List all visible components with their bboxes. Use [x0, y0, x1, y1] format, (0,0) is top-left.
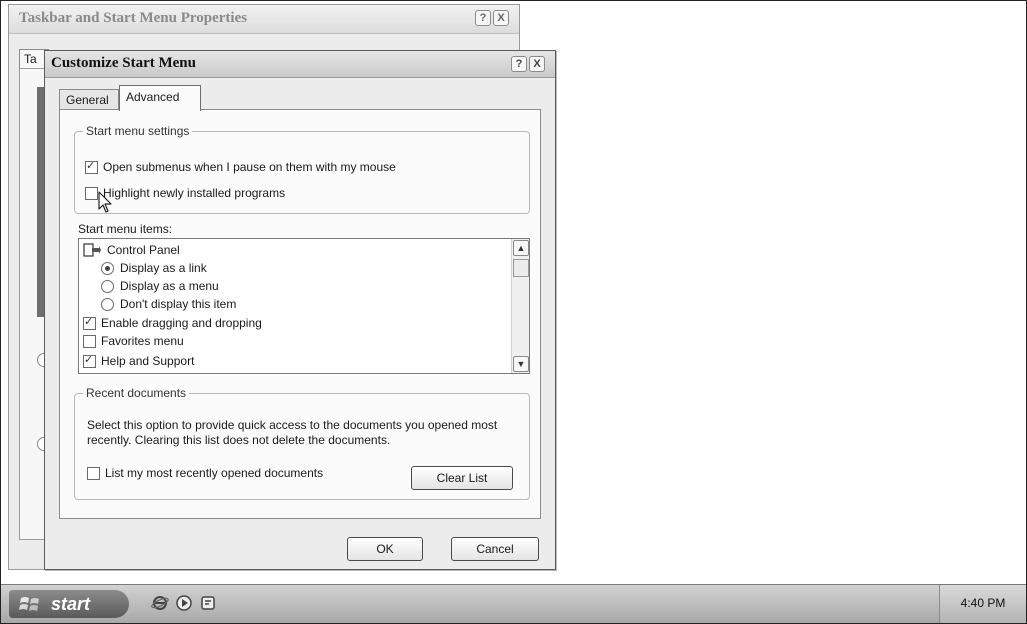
notification-area: 4:40 PM	[939, 585, 1026, 623]
help-icon[interactable]: ?	[475, 10, 491, 26]
display-as-link-label: Display as a link	[120, 261, 207, 275]
highlight-new-programs-option[interactable]: Highlight newly installed programs	[85, 186, 285, 200]
start-button[interactable]: start	[9, 590, 129, 618]
recent-documents-description: Select this option to provide quick acce…	[87, 418, 498, 447]
help-icon[interactable]: ?	[511, 56, 527, 72]
list-recent-documents-option[interactable]: List my most recently opened documents	[87, 466, 323, 480]
tab-advanced[interactable]: Advanced	[119, 85, 201, 111]
dont-display-radio[interactable]	[101, 297, 114, 311]
recent-documents-legend: Recent documents	[86, 386, 187, 400]
display-as-link-radio[interactable]	[101, 261, 114, 275]
customize-start-menu-dialog: Customize Start Menu ? X General Advance…	[44, 50, 556, 570]
clear-list-button[interactable]: Clear List	[411, 466, 513, 490]
list-recent-documents-checkbox[interactable]	[87, 466, 100, 480]
favorites-menu-checkbox[interactable]	[83, 334, 96, 348]
highlight-new-programs-label: Highlight newly installed programs	[103, 186, 286, 200]
close-icon[interactable]: X	[529, 56, 545, 72]
open-submenus-checkbox[interactable]	[85, 159, 98, 174]
items-scrollbar[interactable]: ▲ ▼	[511, 239, 529, 373]
display-as-menu-label: Display as a menu	[120, 279, 219, 293]
taskbar-properties-titlebar[interactable]: Taskbar and Start Menu Properties ? X	[9, 5, 519, 34]
start-menu-settings-legend: Start menu settings	[86, 124, 190, 138]
favorites-menu-option[interactable]: Favorites menu	[83, 334, 184, 348]
display-as-link-option[interactable]: Display as a link	[101, 261, 207, 275]
media-player-icon[interactable]	[175, 594, 193, 612]
list-item: Control Panel	[83, 243, 180, 257]
open-submenus-option[interactable]: Open submenus when I pause on them with …	[85, 159, 396, 174]
show-desktop-icon[interactable]	[199, 594, 217, 612]
start-menu-settings-group: Start menu settings Open submenus when I…	[74, 124, 530, 214]
start-label: start	[51, 594, 91, 614]
dialog-title: Customize Start Menu	[51, 55, 196, 71]
control-panel-label: Control Panel	[107, 243, 180, 257]
scroll-up-icon[interactable]: ▲	[513, 240, 529, 256]
tab-general[interactable]: General	[59, 89, 119, 109]
advanced-tab-panel: Start menu settings Open submenus when I…	[59, 109, 541, 519]
scroll-down-icon[interactable]: ▼	[513, 356, 529, 372]
close-icon[interactable]: X	[493, 10, 509, 26]
dont-display-option[interactable]: Don't display this item	[101, 297, 236, 311]
ok-button[interactable]: OK	[347, 537, 423, 561]
highlight-new-programs-checkbox[interactable]	[85, 186, 98, 200]
scroll-thumb[interactable]	[513, 259, 529, 277]
enable-drag-drop-label: Enable dragging and dropping	[101, 316, 262, 330]
clock[interactable]: 4:40 PM	[940, 596, 1026, 610]
control-panel-icon	[83, 243, 101, 257]
start-menu-items-label: Start menu items:	[78, 222, 173, 236]
help-support-label: Help and Support	[101, 354, 195, 368]
recent-documents-group: Recent documents Select this option to p…	[74, 386, 530, 500]
favorites-menu-label: Favorites menu	[101, 334, 184, 348]
windows-logo-icon	[19, 597, 39, 611]
internet-explorer-icon[interactable]	[151, 594, 169, 612]
list-recent-documents-label: List my most recently opened documents	[105, 466, 324, 480]
help-support-checkbox[interactable]	[83, 353, 96, 368]
mouse-cursor-icon	[98, 191, 112, 213]
cancel-button[interactable]: Cancel	[451, 537, 539, 561]
help-support-option[interactable]: Help and Support	[83, 353, 195, 368]
enable-drag-drop-option[interactable]: Enable dragging and dropping	[83, 315, 262, 330]
dont-display-label: Don't display this item	[120, 297, 237, 311]
display-as-menu-option[interactable]: Display as a menu	[101, 279, 219, 293]
open-submenus-label: Open submenus when I pause on them with …	[103, 160, 396, 174]
start-menu-items-list[interactable]: Control Panel Display as a link Display …	[78, 238, 530, 374]
enable-drag-drop-checkbox[interactable]	[83, 315, 96, 330]
customize-start-menu-titlebar[interactable]: Customize Start Menu ? X	[45, 51, 555, 78]
taskbar-properties-title: Taskbar and Start Menu Properties	[19, 10, 248, 26]
taskbar: start 4:40 PM	[1, 584, 1026, 623]
display-as-menu-radio[interactable]	[101, 279, 114, 293]
